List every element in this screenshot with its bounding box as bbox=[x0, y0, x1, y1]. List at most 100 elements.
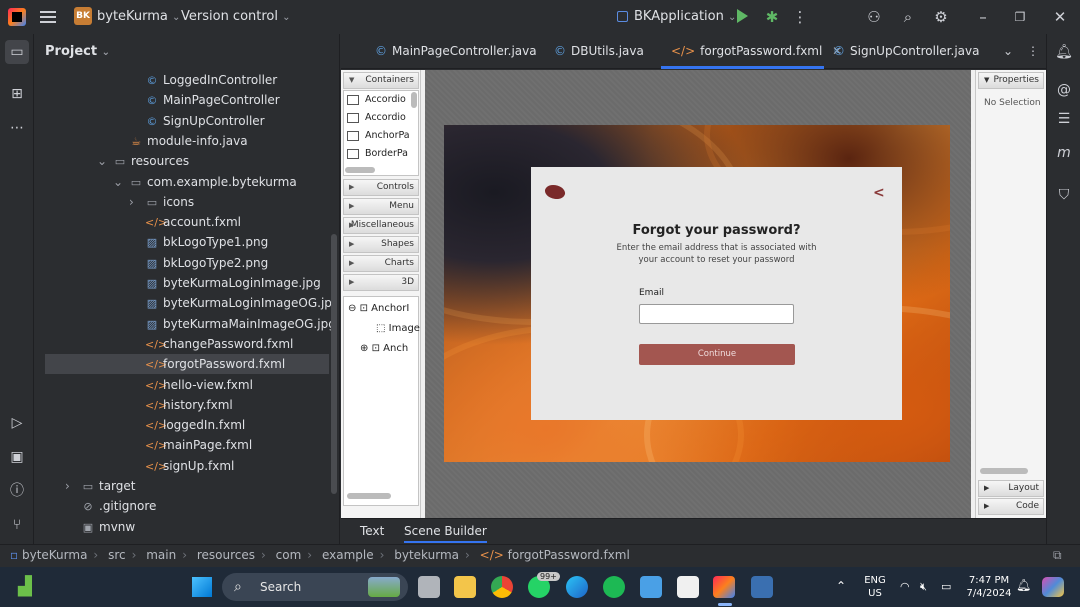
git-icon[interactable]: ⑂ bbox=[8, 516, 26, 534]
tree-item[interactable]: </>forgotPassword.fxml bbox=[45, 354, 329, 375]
run-config-dropdown[interactable]: BKApplication ⌄ bbox=[634, 9, 736, 24]
hierarchy-scrollbar[interactable] bbox=[347, 493, 391, 499]
back-arrow-button[interactable]: < bbox=[873, 185, 885, 201]
read-only-toggle-icon[interactable]: ⧉ bbox=[1053, 545, 1062, 566]
email-field[interactable] bbox=[639, 304, 794, 324]
breadcrumb-item[interactable]: resources bbox=[197, 548, 255, 562]
tab-scene-builder[interactable]: Scene Builder bbox=[404, 519, 487, 543]
menu-section-header[interactable]: ▶ Menu bbox=[343, 198, 419, 215]
language-indicator[interactable]: ENG US bbox=[860, 574, 890, 600]
wifi-icon[interactable]: ◠ bbox=[900, 580, 910, 593]
breadcrumb-item[interactable]: com bbox=[276, 548, 302, 562]
intellij-logo-icon[interactable] bbox=[8, 8, 26, 26]
chevron-right-icon[interactable]: › bbox=[129, 192, 134, 212]
close-icon[interactable]: ✕ bbox=[1051, 8, 1069, 26]
tree-item[interactable]: </>signUp.fxml bbox=[35, 456, 335, 476]
tree-item[interactable]: › ▭ target bbox=[35, 476, 335, 496]
containers-section-header[interactable]: ▼ Containers bbox=[343, 72, 419, 89]
minimize-icon[interactable]: – bbox=[974, 8, 992, 26]
tree-item[interactable]: › ▭ icons bbox=[35, 192, 335, 212]
tab-signup-controller[interactable]: © SignUpController.java bbox=[833, 34, 979, 69]
properties-scrollbar[interactable] bbox=[980, 468, 1028, 474]
tree-item[interactable]: </>changePassword.fxml bbox=[35, 334, 335, 354]
tree-item[interactable]: </>loggedIn.fxml bbox=[35, 415, 335, 435]
intellij-taskbar-icon[interactable] bbox=[713, 576, 735, 598]
volume-muted-icon[interactable]: 🔇︎ bbox=[920, 580, 927, 593]
services-icon[interactable]: ▷ bbox=[8, 414, 26, 432]
add-user-icon[interactable]: ⚇ bbox=[865, 8, 883, 26]
task-view-icon[interactable] bbox=[418, 576, 440, 598]
misc-section-header[interactable]: ▶ Miscellaneous bbox=[343, 217, 419, 234]
taskbar-search[interactable]: ⌕ Search bbox=[222, 573, 408, 601]
charts-section-header[interactable]: ▶ Charts bbox=[343, 255, 419, 272]
tree-item[interactable]: ▨ byteKurmaMainImageOG.jpg bbox=[35, 314, 335, 334]
maven-icon[interactable]: m bbox=[1055, 144, 1073, 162]
scene-builder-taskbar-icon[interactable] bbox=[751, 576, 773, 598]
tree-item[interactable]: </>mainPage.fxml bbox=[35, 435, 335, 455]
tab-main-page-controller[interactable]: © MainPageController.java bbox=[375, 34, 537, 69]
copilot-icon[interactable] bbox=[1042, 577, 1064, 597]
tab-text[interactable]: Text bbox=[360, 519, 384, 543]
notepad-icon[interactable] bbox=[677, 576, 699, 598]
library-scrollbar[interactable] bbox=[411, 92, 417, 108]
chrome-icon[interactable] bbox=[491, 576, 513, 598]
breadcrumb-item[interactable]: bytekurma bbox=[394, 548, 459, 562]
library-item[interactable]: Accordio bbox=[347, 91, 411, 109]
problems-icon[interactable]: ⓘ bbox=[8, 482, 26, 500]
3d-section-header[interactable]: ▶ 3D bbox=[343, 274, 419, 291]
project-panel-title[interactable]: Project ⌄ bbox=[45, 44, 110, 59]
tab-forgot-password-fxml[interactable]: </> forgotPassword.fxml ✕ bbox=[661, 34, 842, 69]
tab-dbutils[interactable]: © DBUtils.java bbox=[554, 34, 644, 69]
continue-button[interactable]: Continue bbox=[639, 344, 795, 365]
tabs-more-icon[interactable]: ⋮ bbox=[1027, 34, 1039, 69]
tree-item[interactable]: </>account.fxml bbox=[35, 212, 335, 232]
settings-gear-icon[interactable]: ⚙ bbox=[932, 8, 950, 26]
spotify-icon[interactable] bbox=[603, 576, 625, 598]
version-control-dropdown[interactable]: Version control ⌄ bbox=[181, 9, 291, 24]
security-shield-icon[interactable]: ⛉ bbox=[1055, 186, 1073, 204]
tree-item[interactable]: ☕ module-info.java bbox=[35, 131, 335, 151]
main-menu-icon[interactable] bbox=[40, 9, 56, 25]
tree-item[interactable]: ⊘ .gitignore bbox=[35, 496, 335, 516]
hierarchy-row[interactable]: ⊖ ⊡ AnchorI bbox=[348, 303, 422, 314]
tree-item[interactable]: ▨ byteKurmaLoginImageOG.jpg bbox=[35, 293, 335, 313]
terminal-icon[interactable]: ▣ bbox=[8, 448, 26, 466]
properties-section-header[interactable]: ▼ Properties bbox=[978, 72, 1044, 89]
controls-section-header[interactable]: ▶ Controls bbox=[343, 179, 419, 196]
breadcrumb-item[interactable]: byteKurma bbox=[22, 548, 87, 562]
design-canvas[interactable]: < Forgot your password? Enter the email … bbox=[425, 70, 971, 518]
project-scrollbar[interactable] bbox=[331, 234, 337, 494]
structure-icon[interactable]: ⊞ bbox=[8, 85, 26, 103]
project-name-dropdown[interactable]: byteKurma ⌄ bbox=[97, 9, 180, 24]
expand-icon[interactable]: ⊕ bbox=[360, 343, 368, 354]
shapes-section-header[interactable]: ▶ Shapes bbox=[343, 236, 419, 253]
tree-item[interactable]: ⌄ ▭ resources bbox=[35, 151, 335, 171]
chevron-right-icon[interactable]: › bbox=[65, 476, 70, 496]
tree-item[interactable]: ⌄ ▭ com.example.bytekurma bbox=[35, 172, 335, 192]
project-badge[interactable]: BK bbox=[74, 7, 92, 25]
search-icon[interactable]: ⌕ bbox=[899, 8, 917, 26]
clock[interactable]: 7:47 PM 7/4/2024 bbox=[963, 574, 1015, 600]
code-section-header[interactable]: ▶ Code bbox=[978, 498, 1044, 515]
chevron-down-icon[interactable]: ⌄ bbox=[113, 172, 123, 192]
tree-item[interactable]: © MainPageController bbox=[35, 90, 335, 110]
more-actions-icon[interactable]: ⋮ bbox=[791, 8, 809, 26]
collapse-icon[interactable]: ⊖ bbox=[348, 303, 356, 314]
database-icon[interactable]: ☰ bbox=[1055, 110, 1073, 128]
chevron-down-icon[interactable]: ⌄ bbox=[97, 151, 107, 171]
ai-assistant-icon[interactable]: @ bbox=[1055, 81, 1073, 99]
stock-widget-icon[interactable]: ▟ bbox=[18, 576, 40, 598]
library-item[interactable]: BorderPa bbox=[347, 145, 411, 163]
restore-icon[interactable]: ❐ bbox=[1011, 8, 1029, 26]
hierarchy-row[interactable]: ⊕ ⊡ Anch bbox=[360, 343, 434, 354]
project-folder-icon[interactable]: ▭ bbox=[5, 40, 29, 64]
notification-bell-icon[interactable]: 🔔︎ bbox=[1016, 579, 1031, 592]
app-icon[interactable] bbox=[640, 576, 662, 598]
file-explorer-icon[interactable] bbox=[454, 576, 476, 598]
tree-item[interactable]: © LoggedInController bbox=[35, 70, 335, 90]
battery-icon[interactable]: ▭ bbox=[941, 580, 951, 593]
breadcrumb-item[interactable]: forgotPassword.fxml bbox=[508, 548, 630, 562]
tree-item[interactable]: </>hello-view.fxml bbox=[35, 375, 335, 395]
library-item[interactable]: Accordio bbox=[347, 109, 411, 127]
breadcrumb-item[interactable]: src bbox=[108, 548, 126, 562]
